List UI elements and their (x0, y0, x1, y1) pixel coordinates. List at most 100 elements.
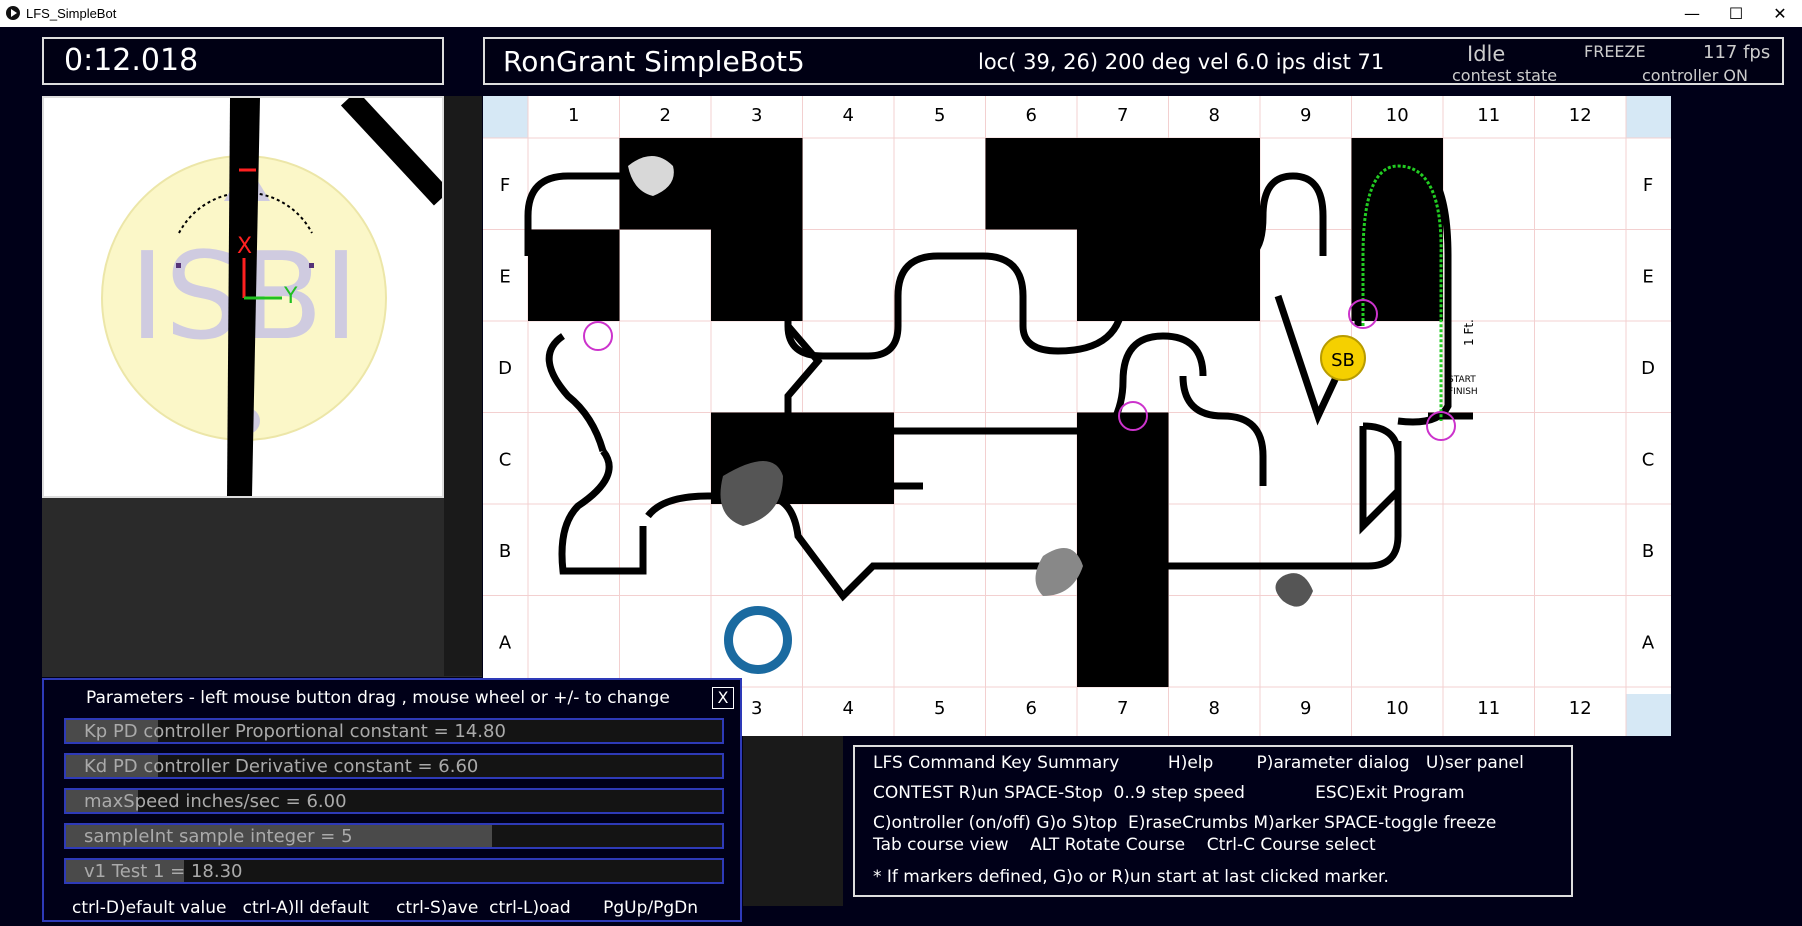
column-label: 11 (1477, 105, 1500, 126)
x-axis-label: X (237, 234, 252, 259)
column-label: 10 (1386, 698, 1409, 719)
marker[interactable] (583, 321, 613, 351)
sensor-view: ISBI X Y (42, 96, 444, 498)
row-label: A (1642, 632, 1655, 653)
column-label: 6 (1026, 698, 1037, 719)
parameter-slider[interactable]: Kd PD controller Derivative constant = 6… (64, 753, 724, 779)
row-label: D (1641, 358, 1655, 379)
controller-status: controller ON (1642, 66, 1748, 85)
command-line: LFS Command Key Summary H)elp P)arameter… (873, 753, 1524, 773)
slider-label: Kd PD controller Derivative constant = 6… (84, 756, 479, 777)
column-label: 2 (660, 105, 671, 126)
background-strip (444, 96, 482, 676)
black-square (1077, 504, 1169, 596)
column-label: 4 (843, 105, 854, 126)
sensor-right-marker (309, 263, 314, 268)
column-label: 11 (1477, 698, 1500, 719)
parameter-slider[interactable]: sampleInt sample integer = 5 (64, 823, 724, 849)
robot-label: SB (1331, 350, 1355, 371)
robot[interactable]: SB (1320, 335, 1366, 381)
row-label: F (1643, 175, 1653, 196)
course-view[interactable]: 112233445566778899101011111212FFEEDDCCBB… (483, 96, 1671, 736)
command-line: Tab course view ALT Rotate Course Ctrl-C… (873, 835, 1376, 855)
column-label: 10 (1386, 105, 1409, 126)
sensor-left-marker (176, 263, 181, 268)
background-pane (743, 736, 843, 906)
freeze-indicator: FREEZE (1584, 42, 1646, 61)
black-square (528, 229, 620, 321)
column-label: 5 (934, 105, 945, 126)
corner-cell (483, 96, 528, 138)
command-line: C)ontroller (on/off) G)o S)top E)raseCru… (873, 813, 1497, 833)
background-pane (42, 497, 482, 677)
black-square (1168, 229, 1260, 321)
track-segment (545, 333, 607, 452)
row-label: B (499, 541, 511, 562)
track-segment (1179, 375, 1267, 486)
parameters-footer: ctrl-D)efault value ctrl-A)ll default ct… (72, 898, 699, 918)
start-label: START (1448, 375, 1476, 385)
corner-cell (1626, 96, 1671, 138)
column-label: 9 (1300, 105, 1311, 126)
maximize-button[interactable]: ☐ (1714, 0, 1758, 27)
column-label: 5 (934, 698, 945, 719)
black-square (802, 412, 894, 504)
black-square (1077, 138, 1169, 230)
column-label: 4 (843, 698, 854, 719)
column-label: 1 (568, 105, 579, 126)
column-label: 12 (1569, 698, 1592, 719)
row-label: C (1642, 449, 1655, 470)
command-line: * If markers defined, G)o or R)un start … (873, 867, 1389, 887)
stain-patch (1035, 548, 1083, 596)
parameter-slider[interactable]: Kp PD controller Proportional constant =… (64, 718, 724, 744)
column-label: 3 (751, 105, 762, 126)
minimize-button[interactable]: — (1670, 0, 1714, 27)
column-label: 12 (1569, 105, 1592, 126)
sensor-view-canvas: ISBI X Y (101, 98, 442, 496)
track-segment (1359, 422, 1402, 535)
column-label: 7 (1117, 105, 1128, 126)
finish-label: FINISH (1448, 387, 1478, 397)
track-segment (558, 448, 647, 575)
parameter-slider[interactable]: v1 Test 1 = 18.30 (64, 858, 724, 884)
row-label: B (1642, 541, 1654, 562)
parameters-close-button[interactable]: X (712, 687, 734, 709)
slider-label: maxSpeed inches/sec = 6.00 (84, 791, 347, 812)
scale-label: 1 Ft. (1462, 319, 1476, 346)
row-label: C (499, 449, 512, 470)
close-button[interactable]: ✕ (1758, 0, 1802, 27)
robot-name: RonGrant SimpleBot5 (503, 45, 805, 78)
robotics-logo-center (733, 615, 783, 665)
black-square (1168, 138, 1260, 230)
column-label: 9 (1300, 698, 1311, 719)
contest-state-value: Idle (1467, 42, 1506, 66)
row-label: E (499, 266, 510, 287)
window-titlebar: LFS_SimpleBot — ☐ ✕ (0, 0, 1802, 28)
slider-label: Kp PD controller Proportional constant =… (84, 721, 506, 742)
fps-counter: 117 fps (1703, 42, 1771, 63)
column-label: 8 (1209, 698, 1220, 719)
slider-label: v1 Test 1 = 18.30 (84, 861, 243, 882)
black-square (1077, 595, 1169, 687)
column-label: 3 (751, 698, 762, 719)
row-label: F (500, 175, 510, 196)
slider-label: sampleInt sample integer = 5 (84, 826, 353, 847)
corner-cell (1626, 694, 1671, 736)
contest-state-label: contest state (1452, 66, 1558, 85)
parameters-dialog[interactable]: Parameters - left mouse button drag , mo… (42, 678, 742, 922)
race-timer: 0:12.018 (42, 37, 444, 85)
black-square (1351, 229, 1443, 321)
command-summary: LFS Command Key Summary H)elp P)arameter… (853, 745, 1573, 897)
robot-location: loc( 39, 26) 200 deg vel 6.0 ips dist 71 (978, 50, 1385, 74)
column-label: 8 (1209, 105, 1220, 126)
column-label: 6 (1026, 105, 1037, 126)
course-canvas[interactable]: 112233445566778899101011111212FFEEDDCCBB… (483, 96, 1671, 736)
parameters-title: Parameters - left mouse button drag , mo… (86, 688, 670, 708)
row-label: D (498, 358, 512, 379)
window-title: LFS_SimpleBot (26, 6, 117, 21)
parameter-slider[interactable]: maxSpeed inches/sec = 6.00 (64, 788, 724, 814)
course-right-margin (1671, 96, 1802, 736)
robotics-logo (722, 604, 794, 676)
row-label: E (1642, 266, 1653, 287)
row-label: A (499, 632, 512, 653)
